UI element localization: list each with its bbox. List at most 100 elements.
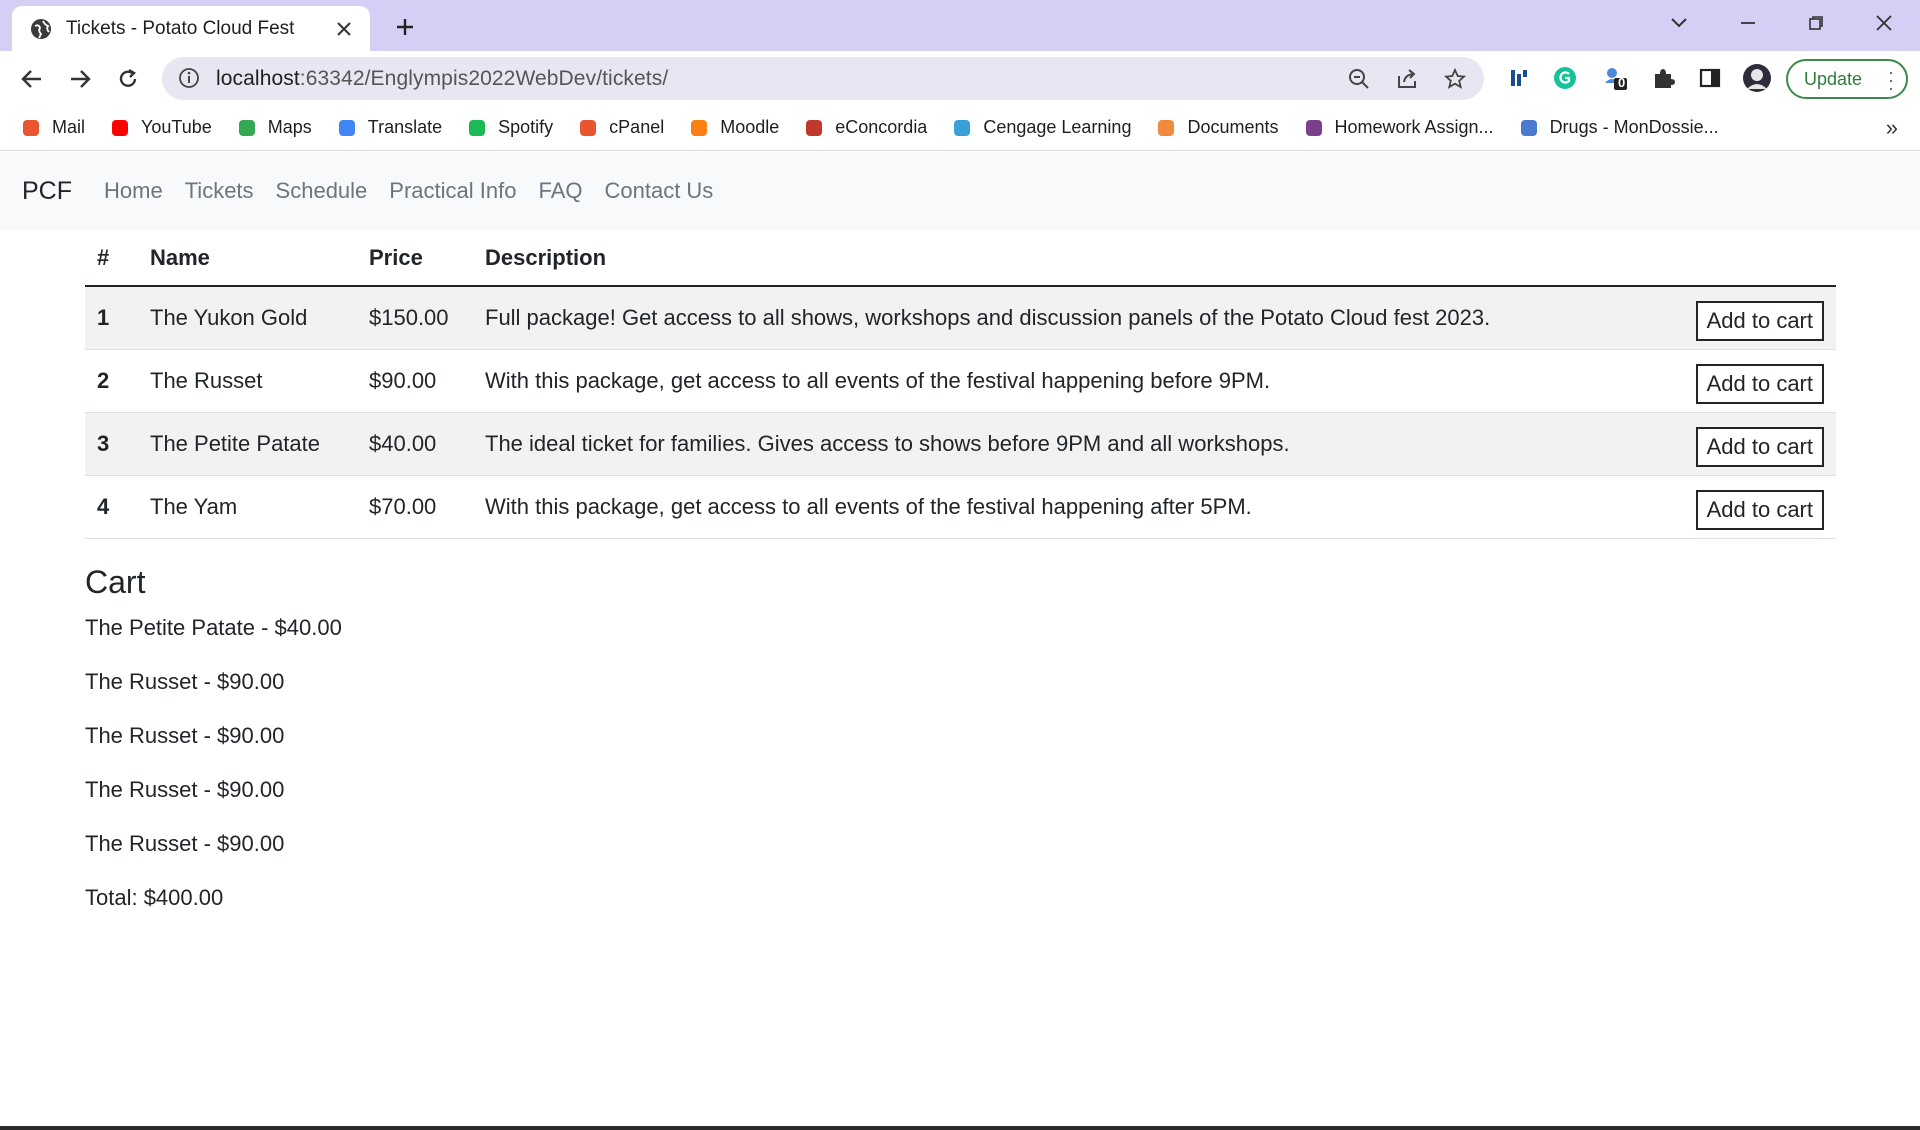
ticket-name: The Russet xyxy=(138,349,357,413)
reload-icon[interactable] xyxy=(112,63,144,95)
restore-icon[interactable] xyxy=(1796,8,1836,38)
cart-section: Cart The Petite Patate - $40.00 The Russ… xyxy=(85,564,1836,911)
taskbar-edge xyxy=(0,1126,1920,1130)
table-row: 4 The Yam $70.00 With this package, get … xyxy=(85,475,1836,539)
cpanel-icon xyxy=(20,117,42,139)
ticket-description: The ideal ticket for families. Gives acc… xyxy=(473,412,1666,476)
bookmark-item[interactable]: Drugs - MonDossie... xyxy=(1518,117,1719,139)
ticket-price: $70.00 xyxy=(357,475,473,539)
header-name: Name xyxy=(138,230,357,287)
cart-item: The Russet - $90.00 xyxy=(85,830,285,856)
bookmark-item[interactable]: Translate xyxy=(336,117,442,139)
ticket-action-cell: Add to cart xyxy=(1666,475,1836,539)
bookmark-item[interactable]: Maps xyxy=(236,117,312,139)
header-number: # xyxy=(85,230,138,287)
profile-avatar-icon[interactable] xyxy=(1742,63,1772,93)
share-icon[interactable] xyxy=(1394,66,1420,92)
nav-link-home[interactable]: Home xyxy=(104,178,163,204)
nav-link-practical-info[interactable]: Practical Info xyxy=(389,178,516,204)
bookmarks-overflow-icon[interactable]: » xyxy=(1886,115,1898,141)
globe-icon xyxy=(30,18,52,40)
header-description: Description xyxy=(473,230,1666,287)
brand-logo-text[interactable]: PCF xyxy=(22,177,72,206)
spotify-icon xyxy=(466,117,488,139)
bookmark-label: Cengage Learning xyxy=(983,117,1132,137)
extension-badge-icon[interactable]: 0 xyxy=(1600,63,1630,93)
nav-link-schedule[interactable]: Schedule xyxy=(276,178,368,204)
bookmark-item[interactable]: Spotify xyxy=(466,117,553,139)
ticket-price: $90.00 xyxy=(357,349,473,413)
nav-link-faq[interactable]: FAQ xyxy=(538,178,582,204)
bookmark-item[interactable]: YouTube xyxy=(109,117,212,139)
back-arrow-icon[interactable] xyxy=(16,63,48,95)
cengage-icon xyxy=(951,117,973,139)
bookmark-item[interactable]: cPanel xyxy=(577,117,664,139)
bookmark-item[interactable]: Homework Assign... xyxy=(1303,117,1494,139)
add-to-cart-button[interactable]: Add to cart xyxy=(1695,426,1824,467)
grammarly-icon[interactable] xyxy=(1550,63,1580,93)
site-navbar: PCF Home Tickets Schedule Practical Info… xyxy=(0,152,1920,230)
bookmark-label: Documents xyxy=(1187,117,1279,137)
cart-item: The Petite Patate - $40.00 xyxy=(85,614,342,640)
ticket-number: 4 xyxy=(85,475,138,539)
extension-bars-icon[interactable] xyxy=(1504,63,1534,93)
bookmark-label: Drugs - MonDossie... xyxy=(1549,117,1719,137)
header-price: Price xyxy=(357,230,473,287)
forward-arrow-icon[interactable] xyxy=(64,63,96,95)
ticket-name: The Yukon Gold xyxy=(138,286,357,350)
ticket-action-cell: Add to cart xyxy=(1666,349,1836,413)
header-action xyxy=(1666,230,1836,287)
minimize-icon[interactable] xyxy=(1728,8,1768,38)
site-info-icon[interactable] xyxy=(178,67,202,91)
bookmark-label: Moodle xyxy=(720,117,780,137)
bookmarks-bar: Mail YouTube Maps Translate Spotify cPanel Moo… xyxy=(0,105,1920,151)
ticket-description: With this package, get access to all eve… xyxy=(473,475,1666,539)
more-options-icon[interactable]: · · · xyxy=(1888,63,1894,97)
moodle-icon xyxy=(688,117,710,139)
url-text: localhost:63342/Englympis2022WebDev/tick… xyxy=(216,66,669,90)
puzzle-icon[interactable] xyxy=(1648,63,1678,93)
tab-title: Tickets - Potato Cloud Fest xyxy=(66,17,295,39)
tab-search-chevron-icon[interactable] xyxy=(1659,8,1699,38)
globe-icon xyxy=(1518,117,1540,139)
trello-icon xyxy=(1303,117,1325,139)
add-to-cart-button[interactable]: Add to cart xyxy=(1695,300,1824,341)
address-bar[interactable]: localhost:63342/Englympis2022WebDev/tick… xyxy=(162,57,1484,100)
bookmark-item[interactable]: Moodle xyxy=(688,117,779,139)
bookmark-item[interactable]: eConcordia xyxy=(803,117,927,139)
ticket-price: $150.00 xyxy=(357,286,473,350)
bookmark-item[interactable]: Cengage Learning xyxy=(951,117,1131,139)
zoom-icon[interactable] xyxy=(1346,66,1372,92)
ticket-number: 3 xyxy=(85,412,138,476)
side-panel-icon[interactable] xyxy=(1695,63,1725,93)
nav-link-tickets[interactable]: Tickets xyxy=(185,178,254,204)
ticket-number: 2 xyxy=(85,349,138,413)
tickets-table: # Name Price Description 1 The Yukon Gol… xyxy=(85,230,1836,539)
new-tab-icon[interactable] xyxy=(390,12,420,42)
bookmark-label: YouTube xyxy=(141,117,212,137)
add-to-cart-button[interactable]: Add to cart xyxy=(1695,489,1824,530)
bookmark-label: Spotify xyxy=(498,117,554,137)
update-button[interactable]: Update · · · xyxy=(1786,59,1908,99)
ticket-action-cell: Add to cart xyxy=(1666,286,1836,350)
add-to-cart-button[interactable]: Add to cart xyxy=(1695,363,1824,404)
ticket-name: The Yam xyxy=(138,475,357,539)
bookmark-star-icon[interactable] xyxy=(1442,66,1468,92)
bookmark-item[interactable]: Mail xyxy=(20,117,85,139)
bookmark-item[interactable]: Documents xyxy=(1155,117,1279,139)
close-window-icon[interactable] xyxy=(1864,8,1904,38)
update-label: Update xyxy=(1804,68,1863,89)
nav-link-contact-us[interactable]: Contact Us xyxy=(604,178,713,204)
table-row: 1 The Yukon Gold $150.00 Full package! G… xyxy=(85,286,1836,350)
ticket-description: Full package! Get access to all shows, w… xyxy=(473,286,1666,350)
table-row: 3 The Petite Patate $40.00 The ideal tic… xyxy=(85,412,1836,476)
cart-title: Cart xyxy=(85,563,146,600)
youtube-icon xyxy=(109,117,131,139)
cart-total: Total: $400.00 xyxy=(85,884,224,910)
translate-icon xyxy=(336,117,358,139)
close-tab-icon[interactable] xyxy=(332,17,356,41)
tickets-page: # Name Price Description 1 The Yukon Gol… xyxy=(85,230,1836,911)
browser-toolbar: localhost:63342/Englympis2022WebDev/tick… xyxy=(0,51,1920,105)
ticket-action-cell: Add to cart xyxy=(1666,412,1836,476)
browser-tab[interactable]: Tickets - Potato Cloud Fest xyxy=(12,6,370,51)
